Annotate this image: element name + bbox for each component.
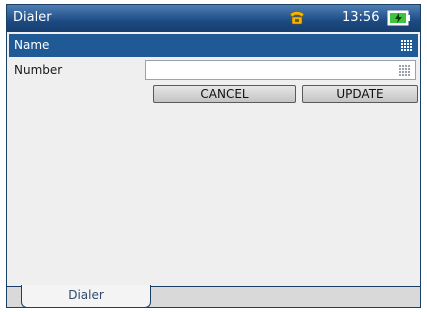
app-window: Dialer 13:56 Name Number CANCEL UPDATE D… [6,4,421,308]
battery-charging-icon [387,10,410,26]
tab-dialer[interactable]: Dialer [21,285,151,308]
number-label: Number [14,63,63,77]
keyboard-icon[interactable] [399,65,410,76]
tab-strip: Dialer [7,285,420,308]
keyboard-icon[interactable] [401,40,412,51]
name-field-row[interactable]: Name [9,34,418,57]
number-input[interactable] [145,60,416,80]
phone-icon [289,11,305,25]
update-button[interactable]: UPDATE [302,85,418,103]
clock-time: 13:56 [342,10,380,25]
window-title: Dialer [13,10,52,25]
title-bar: Dialer 13:56 [7,5,420,32]
cancel-button[interactable]: CANCEL [153,85,296,103]
number-field-row: Number [9,59,418,83]
name-label: Name [14,38,50,52]
